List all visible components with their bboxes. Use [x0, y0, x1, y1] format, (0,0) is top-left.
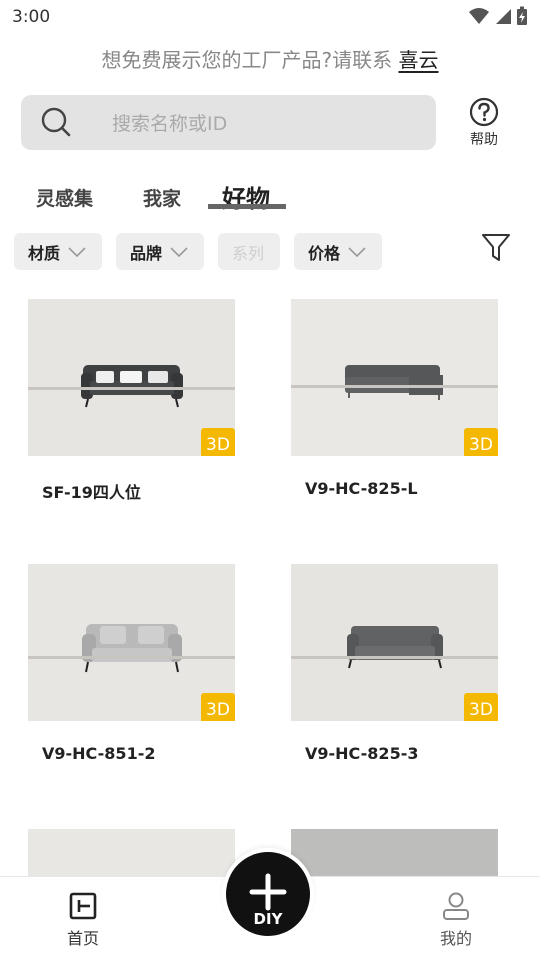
chevron-down-icon [348, 246, 366, 257]
status-time: 3:00 [12, 7, 51, 27]
3d-badge: 3D [464, 428, 498, 456]
filter-funnel-icon[interactable] [481, 233, 511, 263]
status-bar: 3:00 [0, 0, 540, 34]
product-image [291, 829, 498, 877]
search-input[interactable]: 搜索名称或ID [21, 95, 436, 150]
home-icon [69, 892, 97, 920]
product-image: 3D [291, 564, 498, 721]
filter-bar: 材质 品牌 系列 价格 [0, 233, 540, 271]
filter-price-label: 价格 [308, 243, 341, 263]
product-image: 3D [28, 564, 235, 721]
search-placeholder: 搜索名称或ID [112, 113, 228, 135]
promo-text: 想免费展示您的工厂产品?请联系 [101, 48, 399, 72]
tab-my-home[interactable]: 我家 [143, 184, 181, 211]
help-label: 帮助 [470, 132, 498, 148]
help-button[interactable]: 帮助 [462, 97, 506, 149]
product-name: V9-HC-825-3 [305, 744, 419, 763]
active-tab-indicator [208, 204, 286, 209]
product-name: SF-19四人位 [42, 483, 141, 502]
filter-material-label: 材质 [28, 243, 61, 263]
diy-button[interactable]: DIY [222, 848, 314, 940]
product-name: V9-HC-825-L [305, 479, 418, 498]
wifi-icon [469, 8, 489, 24]
product-image [28, 829, 235, 877]
search-icon [41, 107, 71, 137]
category-tabs: 灵感集 我家 好物 [0, 178, 540, 218]
diy-label: DIY [253, 910, 283, 928]
profile-icon [443, 892, 469, 920]
filter-price[interactable]: 价格 [294, 233, 382, 270]
signal-icon [496, 9, 511, 24]
3d-badge: 3D [464, 693, 498, 721]
promo-banner: 想免费展示您的工厂产品?请联系 喜云 [0, 44, 540, 73]
promo-contact-link[interactable]: 喜云 [398, 48, 438, 72]
help-icon [469, 97, 499, 127]
3d-badge: 3D [201, 693, 235, 721]
filter-series: 系列 [218, 233, 280, 270]
nav-mine[interactable]: 我的 [426, 891, 486, 949]
product-image: 3D [28, 299, 235, 456]
filter-series-label: 系列 [232, 243, 265, 263]
filter-brand-label: 品牌 [130, 243, 163, 263]
product-name: V9-HC-851-2 [42, 744, 156, 763]
status-icons [468, 6, 528, 26]
3d-badge: 3D [201, 428, 235, 456]
nav-home-label: 首页 [66, 929, 99, 948]
chevron-down-icon [68, 246, 86, 257]
filter-material[interactable]: 材质 [14, 233, 102, 270]
nav-home[interactable]: 首页 [53, 891, 113, 949]
product-image: 3D [291, 299, 498, 456]
nav-mine-label: 我的 [439, 929, 472, 948]
filter-brand[interactable]: 品牌 [116, 233, 204, 270]
battery-icon [517, 6, 527, 25]
chevron-down-icon [170, 246, 188, 257]
tab-inspiration[interactable]: 灵感集 [36, 184, 93, 211]
